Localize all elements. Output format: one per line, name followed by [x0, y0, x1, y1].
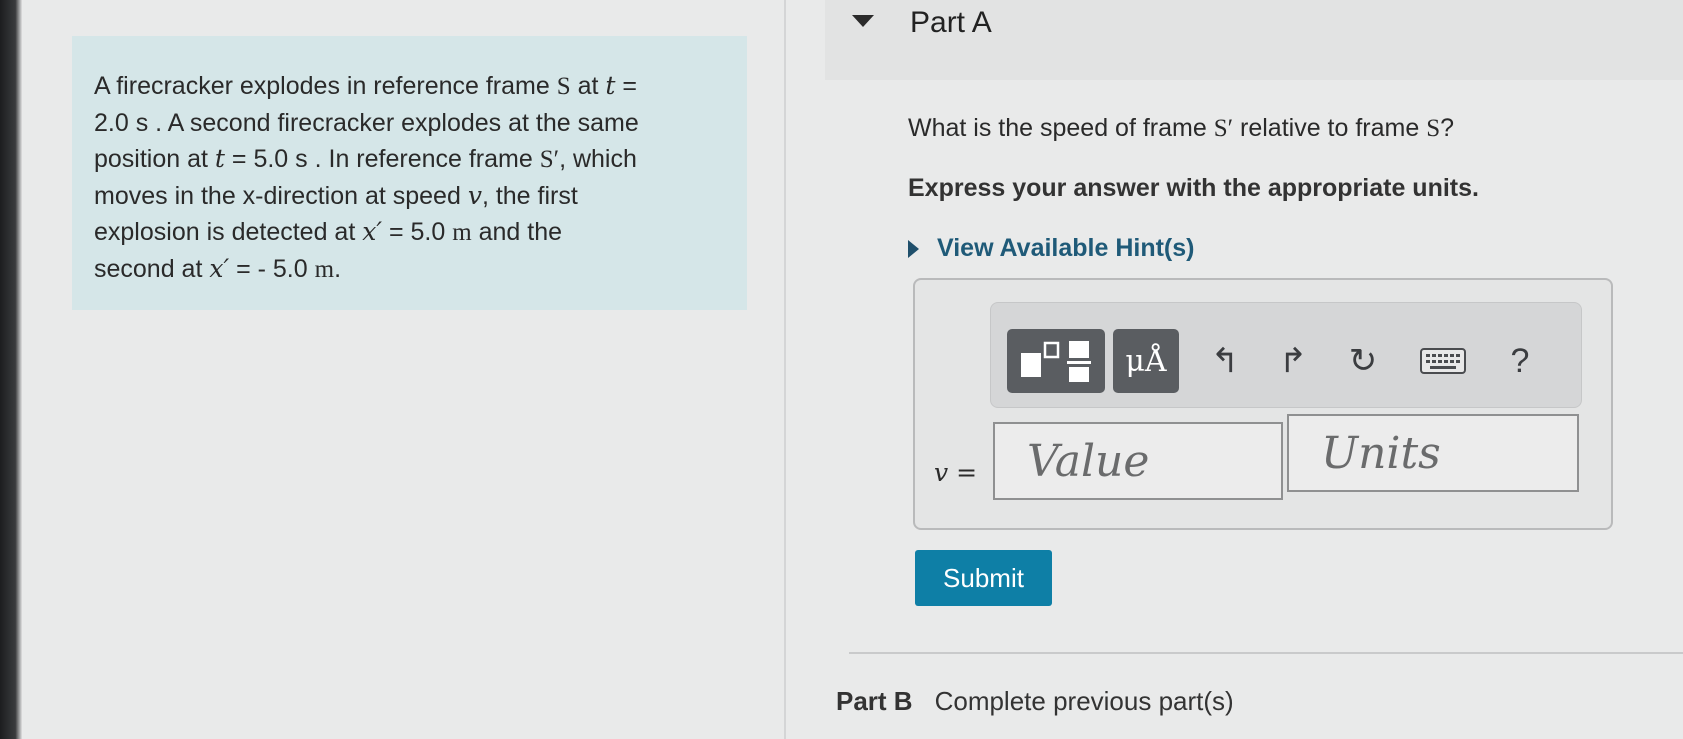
- problem-segment: at: [570, 72, 606, 100]
- problem-segment: S′: [539, 146, 560, 173]
- part-b-title: Part B: [836, 686, 913, 716]
- templates-button[interactable]: [1007, 329, 1105, 393]
- view-hints-link[interactable]: View Available Hint(s): [908, 234, 1194, 263]
- problem-segment: x′: [209, 254, 230, 283]
- problem-segment: second at: [94, 255, 210, 283]
- problem-segment: = 5.0: [382, 218, 453, 246]
- column-divider: [784, 0, 786, 739]
- problem-line: 2.0 s . A second firecracker explodes at…: [94, 105, 723, 141]
- symbols-button[interactable]: μÅ: [1113, 329, 1179, 393]
- collapse-caret-icon[interactable]: [852, 15, 874, 27]
- problem-segment: and the: [471, 218, 563, 246]
- answer-instruction: Express your answer with the appropriate…: [908, 174, 1479, 202]
- problem-line: A firecracker explodes in reference fram…: [94, 68, 723, 105]
- problem-segment: moves in the x-direction at speed: [94, 182, 468, 210]
- problem-statement: A firecracker explodes in reference fram…: [72, 36, 747, 310]
- problem-line: position at t = 5.0 s . In reference fra…: [94, 141, 723, 178]
- expand-caret-icon: [908, 239, 919, 258]
- help-button[interactable]: ?: [1496, 333, 1544, 389]
- problem-segment: t: [214, 144, 225, 173]
- section-divider: [849, 652, 1683, 654]
- keyboard-shape-icon: [1420, 348, 1466, 374]
- problem-segment: t: [605, 71, 616, 100]
- problem-line: explosion is detected at x′ = 5.0 m and …: [94, 214, 723, 251]
- problem-segment: x′: [362, 217, 383, 246]
- question-text: What is the speed of frame S′ relative t…: [908, 114, 1455, 142]
- problem-segment: m: [314, 256, 335, 283]
- problem-segment: = 5.0 s . In reference frame: [224, 145, 540, 173]
- problem-segment: =: [615, 72, 637, 100]
- part-a-title: Part A: [910, 6, 992, 39]
- keyboard-icon[interactable]: [1419, 333, 1467, 389]
- problem-segment: .: [334, 255, 342, 283]
- part-b-row[interactable]: Part B Complete previous part(s): [836, 686, 1234, 717]
- hint-label: View Available Hint(s): [937, 234, 1195, 262]
- problem-segment: , which: [559, 145, 637, 173]
- problem-segment: 2.0 s . A second firecracker explodes at…: [94, 109, 639, 137]
- problem-segment: = - 5.0: [229, 255, 315, 283]
- problem-line: second at x′ = - 5.0 m.: [94, 251, 723, 288]
- undo-icon[interactable]: ↰: [1201, 333, 1249, 389]
- math-toolbar: μÅ ↰ ↱ ↻ ?: [990, 302, 1582, 408]
- problem-segment: m: [452, 219, 472, 246]
- problem-segment: v: [467, 181, 482, 210]
- units-input[interactable]: [1287, 414, 1579, 492]
- part-b-status: Complete previous part(s): [934, 686, 1234, 716]
- redo-icon[interactable]: ↱: [1269, 333, 1317, 389]
- problem-segment: S: [556, 73, 571, 100]
- reset-icon[interactable]: ↻: [1339, 333, 1387, 389]
- fraction-template-icon: [1021, 341, 1091, 382]
- problem-segment: , the first: [481, 182, 578, 210]
- submit-button[interactable]: Submit: [915, 550, 1052, 606]
- value-input[interactable]: [993, 422, 1283, 500]
- variable-label: v =: [934, 458, 978, 487]
- screen-edge: [0, 0, 22, 739]
- problem-segment: position at: [94, 145, 215, 173]
- problem-segment: A firecracker explodes in reference fram…: [94, 72, 557, 100]
- problem-line: moves in the x-direction at speed v, the…: [94, 178, 723, 214]
- problem-segment: explosion is detected at: [94, 218, 363, 246]
